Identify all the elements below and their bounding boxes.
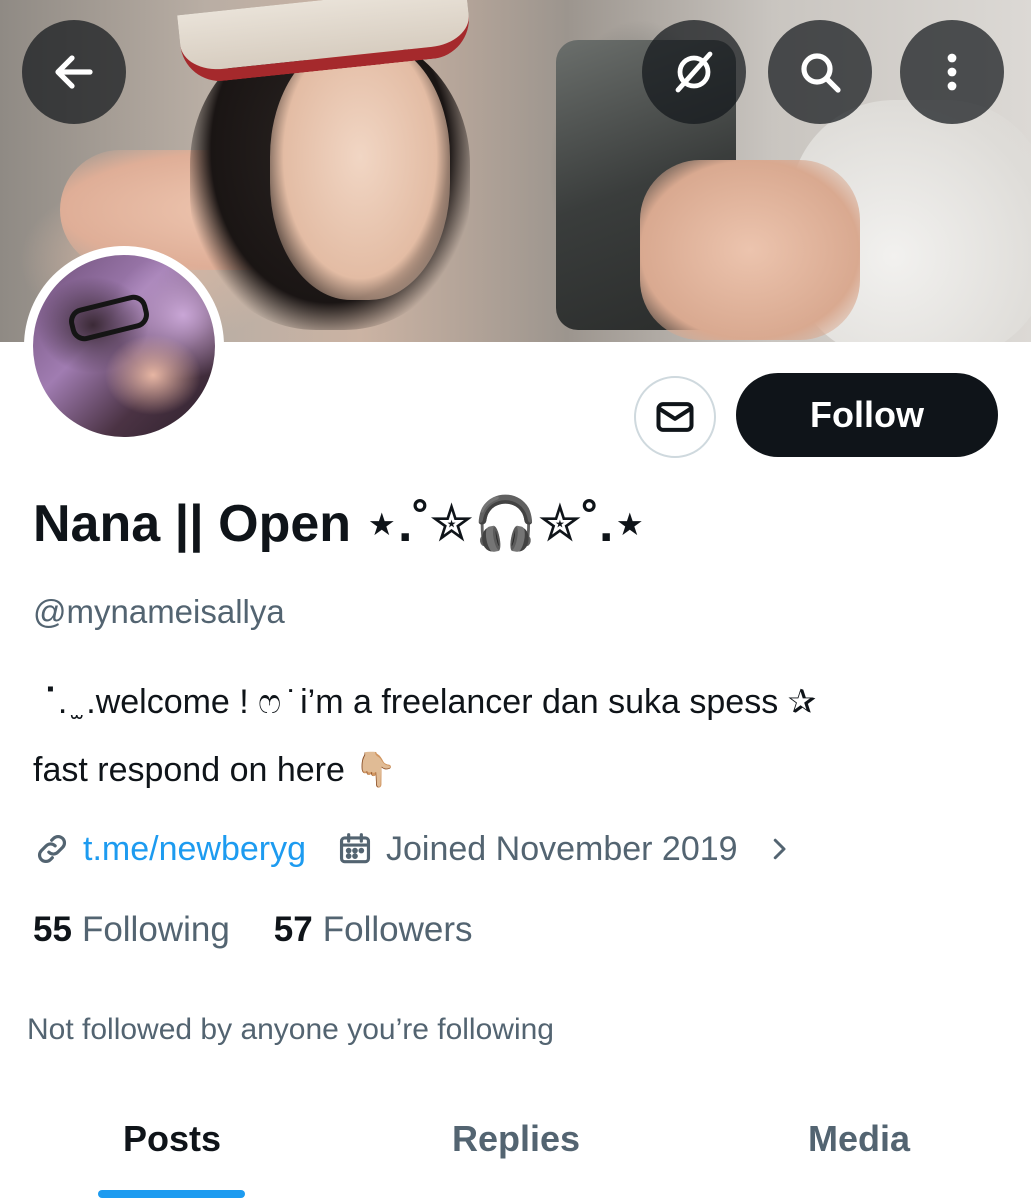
- followers-count: 57: [273, 910, 313, 949]
- avatar-image-detail: [66, 291, 152, 345]
- following-label: Following: [81, 910, 230, 949]
- message-button[interactable]: [634, 376, 716, 458]
- bio-line: ⠈. ̫ .welcome ! ෆ ̇ i’m a freelancer dan…: [33, 683, 817, 721]
- avatar[interactable]: [24, 246, 224, 446]
- bio: ⠈. ̫ .welcome ! ෆ ̇ i’m a freelancer dan…: [33, 668, 993, 804]
- display-name: Nana || Open ⋆.˚✮🎧✮˚.⋆: [33, 495, 647, 553]
- arrow-left-icon: [55, 55, 93, 89]
- banner-photo-part: [640, 160, 860, 340]
- profile-link[interactable]: t.me/newberyg: [83, 830, 306, 869]
- followers-count-link[interactable]: 57 Followers: [274, 906, 473, 954]
- grok-button[interactable]: [642, 20, 746, 124]
- active-tab-indicator: [98, 1190, 245, 1198]
- more-vertical-icon: [947, 53, 957, 91]
- tab-replies[interactable]: Replies: [452, 1118, 580, 1160]
- envelope-icon: [656, 402, 694, 432]
- tab-posts[interactable]: Posts: [123, 1118, 221, 1160]
- username-handle: @mynameisallya: [33, 593, 285, 630]
- chevron-right-icon[interactable]: [764, 834, 794, 864]
- calendar-icon: [336, 830, 374, 868]
- following-count-link[interactable]: 55 Following: [33, 906, 230, 954]
- tab-media[interactable]: Media: [808, 1118, 910, 1160]
- follow-button[interactable]: Follow: [736, 373, 998, 457]
- avatar-image: [33, 255, 215, 437]
- bio-line: fast respond on here 👇🏼: [33, 751, 397, 789]
- profile-tabs: Posts Replies Media: [0, 1100, 1031, 1200]
- back-button[interactable]: [22, 20, 126, 124]
- link-icon: [33, 830, 71, 868]
- search-icon: [801, 53, 841, 93]
- banner-photo-part: [270, 40, 450, 300]
- follow-counts: 55 Following 57 Followers: [33, 906, 517, 954]
- search-button[interactable]: [768, 20, 872, 124]
- following-count: 55: [33, 910, 72, 949]
- followed-by-text: Not followed by anyone you’re following: [27, 1013, 554, 1046]
- grok-icon: [675, 51, 713, 93]
- followers-label: Followers: [322, 910, 473, 949]
- more-button[interactable]: [900, 20, 1004, 124]
- joined-date: Joined November 2019: [386, 829, 738, 868]
- profile-meta: t.me/newberyg Joined November 2019: [33, 824, 794, 874]
